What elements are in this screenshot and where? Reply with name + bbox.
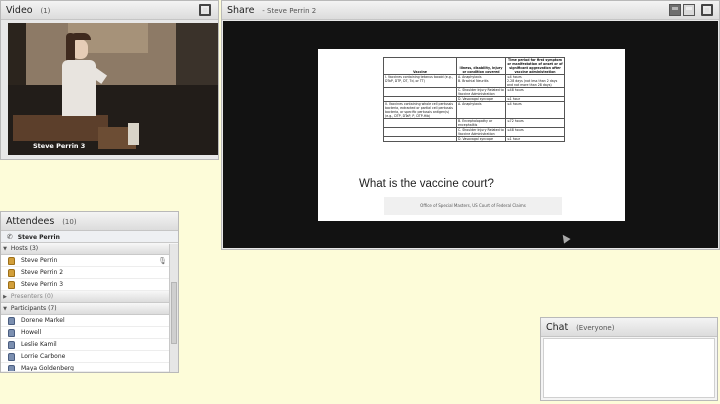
slide-title: What is the vaccine court? xyxy=(359,178,494,190)
table-row: C. Shoulder Injury Related to Vaccine Ad… xyxy=(383,87,565,97)
table-cell: II. Vaccines containing whole cell pertu… xyxy=(383,101,457,119)
table-row: B. Encephalopathy or encephalitis ≤72 ho… xyxy=(383,118,565,128)
list-item[interactable]: Leslie Kamil xyxy=(1,339,170,351)
table-row: II. Vaccines containing whole cell pertu… xyxy=(383,101,565,119)
chat-audience[interactable]: (Everyone) xyxy=(576,324,614,332)
list-item[interactable]: Lorrie Carbone xyxy=(1,351,170,363)
table-cell: ≤72 hours xyxy=(505,118,565,128)
table-cell: ≤4 hours xyxy=(505,101,565,119)
slide-footer: Office of Special Masters, US Court of F… xyxy=(384,197,562,215)
phone-icon: ✆ xyxy=(7,233,13,241)
list-item[interactable]: Maya Goldenberg xyxy=(1,363,170,372)
table-cell: B. Encephalopathy or encephalitis xyxy=(456,118,506,128)
presenters-section-header[interactable]: ▶ Presenters (0) xyxy=(1,291,170,303)
share-pod: Share - Steve Perrin 2 Vaccine Illness, … xyxy=(221,0,720,250)
video-pod-title: Video xyxy=(6,5,33,16)
attendee-name: Dorene Markel xyxy=(21,317,65,324)
host-user-icon xyxy=(8,268,15,277)
collapse-arrow-icon: ▼ xyxy=(3,246,7,252)
list-item[interactable]: Howell xyxy=(1,327,170,339)
fullscreen-icon[interactable] xyxy=(199,4,211,16)
participant-user-icon xyxy=(8,328,15,337)
share-pod-title: Share xyxy=(227,5,255,16)
participant-user-icon xyxy=(8,364,15,371)
video-pod-header: Video (1) xyxy=(1,1,218,20)
attendees-pod: Attendees (10) ✆ Steve Perrin ▼ Hosts (3… xyxy=(0,211,179,373)
table-cell xyxy=(383,127,457,137)
table-cell: ≤1 hour xyxy=(505,136,565,142)
video-feed[interactable]: Steve Perrin 3 xyxy=(8,23,218,155)
chat-pod: Chat (Everyone) xyxy=(540,317,718,401)
table-row: I. Vaccines containing tetanus toxoid (e… xyxy=(383,74,565,88)
table-header: Illness, disability, injury or condition… xyxy=(456,57,506,75)
attendee-name: Steve Perrin 3 xyxy=(21,281,64,288)
list-item[interactable]: Dorene Markel xyxy=(1,315,170,327)
table-cell xyxy=(383,136,457,142)
expand-arrow-icon: ▶ xyxy=(3,294,7,300)
table-cell xyxy=(383,118,457,128)
attendees-title: Attendees xyxy=(6,216,55,227)
collapse-arrow-icon: ▼ xyxy=(3,306,7,312)
attendee-name: Steve Perrin xyxy=(21,257,58,264)
podium-sign xyxy=(128,123,139,145)
list-item[interactable]: Steve Perrin 🎙 xyxy=(1,255,170,267)
fullscreen-icon[interactable] xyxy=(701,4,713,16)
table-cell: ≤48 hours xyxy=(505,87,565,97)
speaker-hair-top xyxy=(69,33,91,40)
table-row: C. Shoulder Injury Related to Vaccine Ad… xyxy=(383,127,565,137)
participant-user-icon xyxy=(8,316,15,325)
host-user-icon xyxy=(8,256,15,265)
table-cell: ≤48 hours xyxy=(505,127,565,137)
table-cell: I. Vaccines containing tetanus toxoid (e… xyxy=(383,74,457,88)
attendee-name: Steve Perrin 2 xyxy=(21,269,64,276)
presenters-section-label: Presenters (0) xyxy=(10,293,54,300)
table-cell: A. Anaphylaxis xyxy=(456,101,506,119)
chat-messages-area[interactable] xyxy=(543,338,715,398)
participant-user-icon xyxy=(8,352,15,361)
attendees-count: (10) xyxy=(62,218,77,226)
participant-user-icon xyxy=(8,340,15,349)
list-item[interactable]: Steve Perrin 2 xyxy=(1,267,170,279)
participants-section-label: Participants (7) xyxy=(10,305,57,312)
chat-title: Chat xyxy=(546,322,569,333)
attendee-name: Leslie Kamil xyxy=(21,341,57,348)
video-speaker-name: Steve Perrin 3 xyxy=(33,142,86,150)
table-header: Vaccine xyxy=(383,57,457,75)
table-row: D. Vasovagal syncope ≤1 hour xyxy=(383,136,565,142)
table-header: Time period for first symptom or manifes… xyxy=(505,57,565,75)
layout-icon[interactable] xyxy=(683,4,695,16)
attendee-name: Maya Goldenberg xyxy=(21,365,74,372)
attendee-name: Howell xyxy=(21,329,42,336)
table-cell: A. Anaphylaxis B. Brachial Neuritis xyxy=(456,74,506,88)
microphone-icon: 🎙 xyxy=(158,257,167,265)
table-cell: D. Vasovagal syncope xyxy=(456,136,506,142)
chat-pod-header: Chat (Everyone) xyxy=(541,318,717,337)
table-cell: ≤4 hours 2-28 days (not less than 2 days… xyxy=(505,74,565,88)
current-user-row[interactable]: ✆ Steve Perrin xyxy=(1,231,178,243)
hosts-section-label: Hosts (3) xyxy=(10,245,39,252)
table-cell: C. Shoulder Injury Related to Vaccine Ad… xyxy=(456,87,506,97)
current-user-name: Steve Perrin xyxy=(17,234,60,241)
layout-icon[interactable] xyxy=(669,4,681,16)
pointer-cursor-icon xyxy=(559,232,571,244)
attendees-scrollbar[interactable] xyxy=(169,244,178,372)
share-pod-header: Share - Steve Perrin 2 xyxy=(222,1,719,20)
video-pod-count: (1) xyxy=(40,7,51,15)
attendee-name: Lorrie Carbone xyxy=(21,353,66,360)
host-user-icon xyxy=(8,280,15,289)
hosts-section-header[interactable]: ▼ Hosts (3) xyxy=(1,243,170,255)
list-item[interactable]: Steve Perrin 3 xyxy=(1,279,170,291)
participants-section-header[interactable]: ▼ Participants (7) xyxy=(1,303,170,315)
share-content-area[interactable]: Vaccine Illness, disability, injury or c… xyxy=(223,21,718,248)
table-cell: C. Shoulder Injury Related to Vaccine Ad… xyxy=(456,127,506,137)
scrollbar-thumb[interactable] xyxy=(171,282,177,344)
presentation-slide: Vaccine Illness, disability, injury or c… xyxy=(318,49,625,221)
share-presenter-name: - Steve Perrin 2 xyxy=(262,7,317,15)
attendees-pod-header: Attendees (10) xyxy=(1,212,178,231)
table-cell xyxy=(383,87,457,97)
video-pod: Video (1) Steve Perrin 3 xyxy=(0,0,219,160)
vaccine-table: Vaccine Illness, disability, injury or c… xyxy=(383,57,565,142)
podium xyxy=(13,115,108,141)
